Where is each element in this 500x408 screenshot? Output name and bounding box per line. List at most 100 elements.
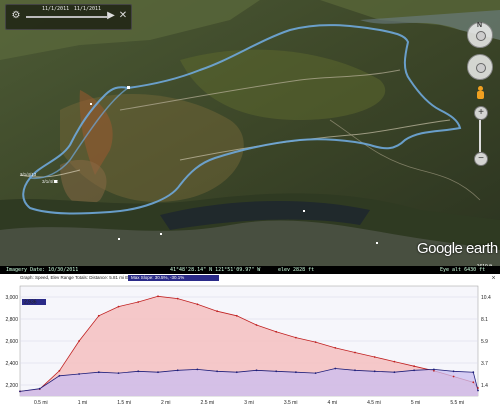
speed-point xyxy=(78,373,80,375)
street-view-pegman-icon[interactable] xyxy=(475,86,485,100)
speed-point xyxy=(58,374,61,377)
speed-point xyxy=(196,368,199,371)
x-tick-label: 3 mi xyxy=(244,400,253,406)
terrain-image: 3/1/4/13 3/1/4/14 xyxy=(0,0,500,270)
time-slider-dates: 11/1/2011 11/1/2011 xyxy=(42,6,101,14)
speed-point xyxy=(137,370,140,373)
look-around-control[interactable]: N xyxy=(467,22,493,48)
speed-point xyxy=(433,368,435,371)
imagery-date: Imagery Date: 10/30/2011 xyxy=(6,267,79,273)
elevation-readout: elev 2828 ft xyxy=(278,267,315,273)
speed-point xyxy=(295,371,297,374)
speed-point xyxy=(176,369,179,372)
elevation-point xyxy=(314,341,317,343)
elevation-point xyxy=(176,297,179,300)
y-tick-label: 2,200 xyxy=(5,383,18,389)
speed-point xyxy=(393,371,396,374)
elevation-point xyxy=(216,310,219,313)
aerial-map-view[interactable]: 3/1/4/13 3/1/4/14 11/1/2011 11/1/2011 ⚙ … xyxy=(0,0,500,270)
speed-point xyxy=(19,390,21,393)
speed-point xyxy=(235,371,238,374)
y2-tick-label: 5.9 xyxy=(481,339,488,345)
zoom-track[interactable] xyxy=(479,120,481,152)
elevation-point xyxy=(393,360,396,363)
move-joystick-icon[interactable] xyxy=(476,63,486,73)
x-tick-label: 1.5 mi xyxy=(117,400,131,406)
elevation-point xyxy=(334,347,337,349)
eye-altitude-readout: Eye alt 6430 ft xyxy=(440,267,486,273)
google-earth-logo: Google earth xyxy=(417,240,498,257)
time-slider-end-label: 11/1/2011 xyxy=(73,6,101,12)
y-tick-label: 2,800 xyxy=(5,317,18,323)
y2-tick-label: 10.4 xyxy=(481,295,491,301)
x-tick-label: 3.5 mi xyxy=(284,400,298,406)
navigation-controls: N + − xyxy=(466,22,494,166)
y-tick-label: 2,400 xyxy=(5,361,18,367)
speed-point xyxy=(216,370,219,373)
x-tick-label: 2.5 mi xyxy=(201,400,215,406)
google-earth-window: 3/1/4/13 3/1/4/14 11/1/2011 11/1/2011 ⚙ … xyxy=(0,0,500,408)
elevation-point xyxy=(275,330,278,333)
waypoint-label-a: 3/1/4/13 xyxy=(20,172,37,177)
elevation-point xyxy=(117,305,120,308)
elevation-point xyxy=(97,314,100,317)
play-icon[interactable]: ▶ xyxy=(105,9,117,23)
x-tick-label: 0.5 mi xyxy=(34,400,48,406)
elevation-point xyxy=(137,301,140,303)
zoom-in-button[interactable]: + xyxy=(474,106,488,120)
elevation-point xyxy=(295,336,297,339)
speed-point xyxy=(117,372,120,374)
close-profile-icon[interactable]: × xyxy=(490,275,497,282)
speed-point xyxy=(354,369,356,372)
y-tick-label: 3,000 xyxy=(5,295,18,301)
speed-point xyxy=(413,369,415,372)
close-icon[interactable]: ✕ xyxy=(117,9,129,23)
move-control[interactable] xyxy=(467,54,493,80)
elevation-point xyxy=(413,365,415,368)
elevation-point xyxy=(373,356,376,358)
x-tick-label: 5.5 mi xyxy=(450,400,464,406)
time-slider-start-label: 11/1/2011 xyxy=(42,6,70,12)
waypoint-label-b: 3/1/4/14 xyxy=(42,179,59,184)
zoom-out-button[interactable]: − xyxy=(474,152,488,166)
y2-tick-label: 8.1 xyxy=(481,317,488,323)
x-tick-label: 4 mi xyxy=(328,400,337,406)
x-tick-label: 1 mi xyxy=(78,400,87,406)
elevation-point xyxy=(472,381,475,384)
time-slider-settings-icon[interactable]: ⚙ xyxy=(10,9,22,23)
speed-point xyxy=(477,389,479,392)
x-tick-label: 2 mi xyxy=(161,400,170,406)
highlight-label: 2,936 xyxy=(24,300,37,306)
y2-tick-label: 3.7 xyxy=(481,361,488,367)
elevation-point xyxy=(477,387,479,389)
x-tick-label: 4.5 mi xyxy=(367,400,381,406)
elevation-point xyxy=(255,324,258,326)
speed-point xyxy=(452,370,455,373)
status-bar: Imagery Date: 10/30/2011 41°48'28.14" N … xyxy=(0,266,500,274)
max-slope-badge: Max Slope: 30.5%, -30.1% xyxy=(128,275,219,281)
speed-point xyxy=(314,372,317,374)
speed-point xyxy=(255,369,258,372)
x-tick-label: 5 mi xyxy=(411,400,420,406)
elevation-profile-chart[interactable]: 3,000 2,800 2,600 2,400 2,200 10.4 8.1 5.9 3.7 1.… xyxy=(0,274,500,408)
speed-point xyxy=(38,387,41,390)
speed-point xyxy=(472,371,475,374)
elevation-point xyxy=(452,375,455,378)
look-joystick-icon[interactable] xyxy=(476,31,486,41)
elevation-point xyxy=(235,314,238,317)
speed-point xyxy=(373,370,376,373)
zoom-slider[interactable]: + − xyxy=(474,106,488,166)
coordinates-readout: 41°48'28.14" N 121°51'09.97" W xyxy=(170,267,261,273)
time-slider-track[interactable] xyxy=(26,16,107,18)
y-tick-label: 2,600 xyxy=(5,339,18,345)
y2-tick-label: 1.4 xyxy=(481,383,488,389)
elevation-point xyxy=(157,295,159,298)
time-slider[interactable]: 11/1/2011 11/1/2011 ⚙ ▶ ✕ xyxy=(5,4,132,30)
speed-point xyxy=(157,371,159,374)
elevation-profile-panel[interactable]: 3,000 2,800 2,600 2,400 2,200 10.4 8.1 5.9 3.7 1.… xyxy=(0,274,500,408)
elevation-point xyxy=(354,351,356,354)
speed-point xyxy=(97,371,100,374)
elevation-point xyxy=(58,369,61,372)
elevation-point xyxy=(196,303,199,306)
elevation-point xyxy=(78,340,80,342)
